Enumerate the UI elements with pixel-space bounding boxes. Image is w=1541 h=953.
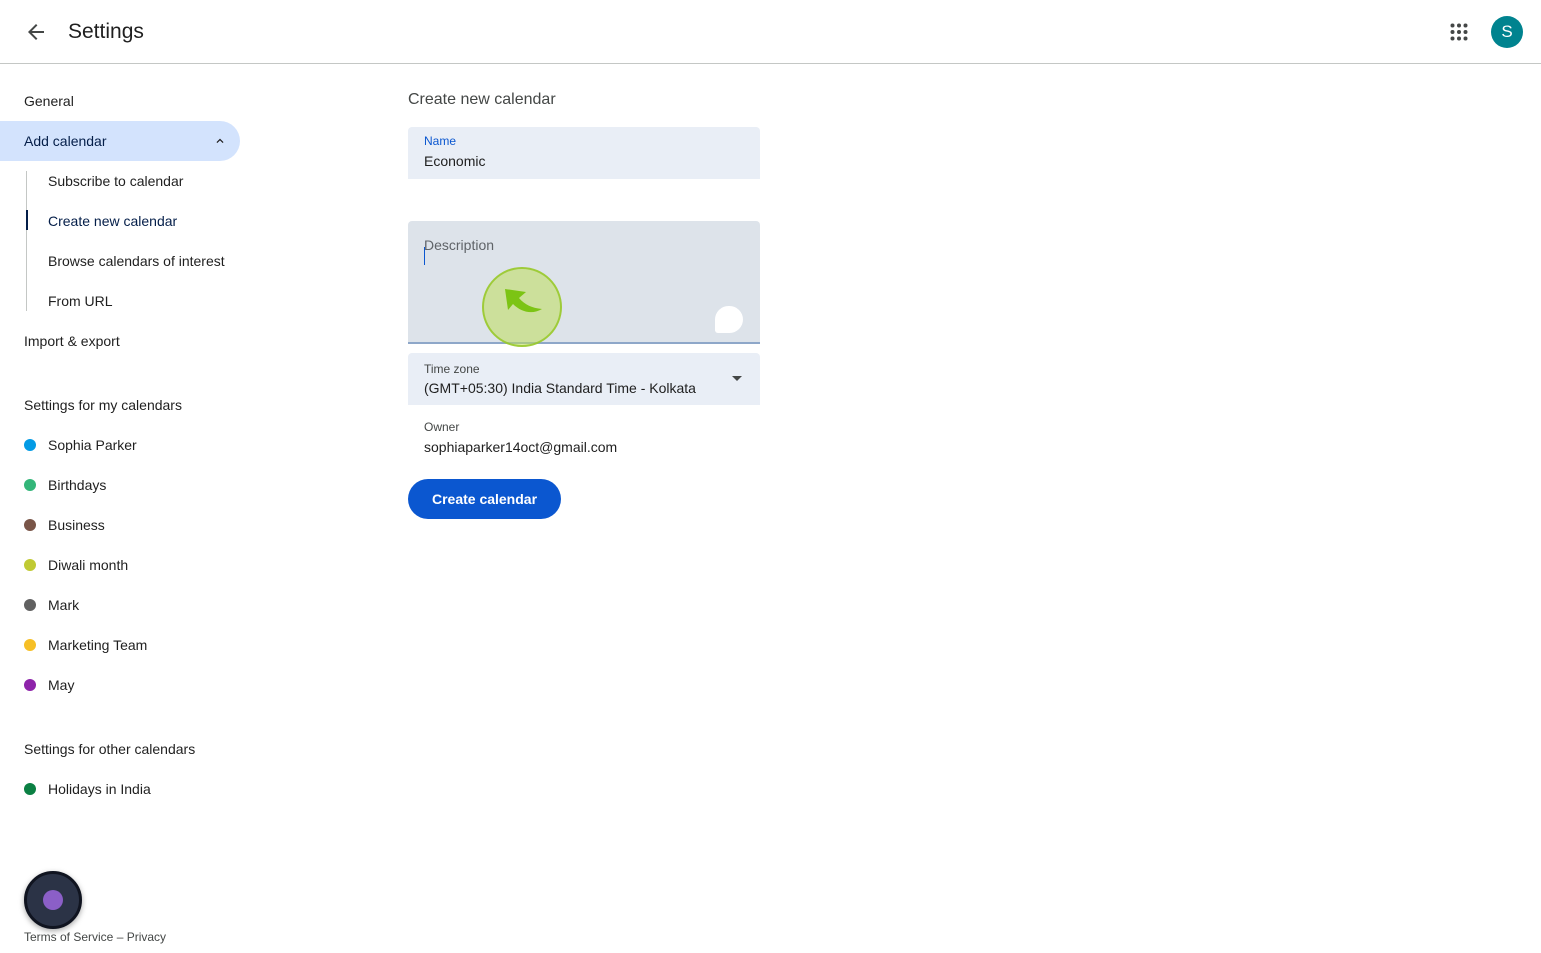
owner-label: Owner [424, 420, 460, 434]
sidebar-subitem-label: Browse calendars of interest [48, 253, 225, 269]
sidebar-subitem-label: From URL [48, 293, 113, 309]
sidebar-item-import-export[interactable]: Import & export [0, 321, 240, 361]
calendar-item[interactable]: Sophia Parker [0, 425, 240, 465]
calendar-color-dot [24, 679, 36, 691]
calendar-item[interactable]: May [0, 665, 240, 705]
back-button[interactable] [16, 12, 56, 52]
form-title: Create new calendar [408, 91, 556, 108]
sidebar-item-label: General [24, 93, 74, 109]
top-app-bar: Settings S [0, 0, 1541, 64]
calendar-item[interactable]: Holidays in India [0, 769, 240, 809]
sidebar-subitem-browse[interactable]: Browse calendars of interest [28, 241, 240, 281]
sidebar-item-label: Add calendar [24, 133, 107, 149]
resize-handle[interactable] [715, 306, 743, 333]
sidebar-item-add-calendar[interactable]: Add calendar [0, 121, 240, 161]
account-avatar[interactable]: S [1491, 16, 1523, 48]
owner-value: sophiaparker14oct@gmail.com [424, 439, 618, 455]
sidebar-subitem-subscribe[interactable]: Subscribe to calendar [28, 161, 240, 201]
description-field[interactable]: Description [408, 221, 760, 344]
calendar-item[interactable]: Business [0, 505, 240, 545]
text-cursor [424, 247, 425, 265]
privacy-link[interactable]: Privacy [127, 930, 166, 944]
calendar-item[interactable]: Diwali month [0, 545, 240, 585]
sidebar-item-label: Import & export [24, 333, 120, 349]
calendar-name: Marketing Team [48, 637, 148, 653]
sidebar-subitem-from-url[interactable]: From URL [28, 281, 240, 321]
calendar-name: Business [48, 517, 105, 533]
sidebar-item-general[interactable]: General [0, 81, 240, 121]
terms-link[interactable]: Terms of Service [24, 930, 113, 944]
calendar-color-dot [24, 439, 36, 451]
sidebar-subitem-label: Subscribe to calendar [48, 173, 184, 189]
calendar-color-dot [24, 479, 36, 491]
calendar-name: May [48, 677, 75, 693]
name-label: Name [424, 134, 457, 148]
settings-sidebar: General Add calendar Subscribe to calend… [0, 64, 260, 953]
calendar-color-dot [24, 519, 36, 531]
calendar-item[interactable]: Marketing Team [0, 625, 240, 665]
submenu-rail [26, 171, 27, 311]
calendar-item[interactable]: Mark [0, 585, 240, 625]
google-apps-button[interactable] [1439, 12, 1479, 52]
calendar-color-dot [24, 639, 36, 651]
name-input[interactable]: Economic [424, 153, 485, 169]
assistant-orb-icon [43, 890, 63, 910]
timezone-label: Time zone [424, 362, 480, 376]
other-calendars-heading: Settings for other calendars [24, 741, 196, 757]
sidebar-subitem-create-new[interactable]: Create new calendar [28, 201, 240, 241]
description-placeholder: Description [424, 237, 495, 253]
create-calendar-button[interactable]: Create calendar [408, 479, 561, 519]
calendar-color-dot [24, 559, 36, 571]
arrow-back-icon [28, 24, 44, 40]
calendar-color-dot [24, 599, 36, 611]
name-field[interactable]: Name Economic [408, 127, 760, 179]
calendar-color-dot [24, 783, 36, 795]
calendar-item[interactable]: Birthdays [0, 465, 240, 505]
calendar-name: Birthdays [48, 477, 107, 493]
page-title: Settings [68, 20, 144, 43]
dropdown-arrow-icon [732, 376, 742, 381]
timezone-value: (GMT+05:30) India Standard Time - Kolkat… [424, 380, 696, 396]
calendar-name: Diwali month [48, 557, 129, 573]
apps-grid-icon [1450, 23, 1468, 41]
calendar-name: Holidays in India [48, 781, 151, 797]
footer-separator: – [113, 930, 127, 944]
assistant-bubble-button[interactable] [24, 871, 82, 929]
sidebar-subitem-label: Create new calendar [48, 213, 178, 229]
my-calendars-heading: Settings for my calendars [24, 397, 182, 413]
calendar-name: Mark [48, 597, 80, 613]
timezone-select[interactable]: Time zone (GMT+05:30) India Standard Tim… [408, 353, 760, 405]
calendar-name: Sophia Parker [48, 437, 137, 453]
footer-links: Terms of Service – Privacy [24, 930, 166, 944]
create-calendar-form: Create new calendar Name Economic Descri… [408, 64, 1508, 953]
chevron-up-icon [210, 131, 230, 151]
